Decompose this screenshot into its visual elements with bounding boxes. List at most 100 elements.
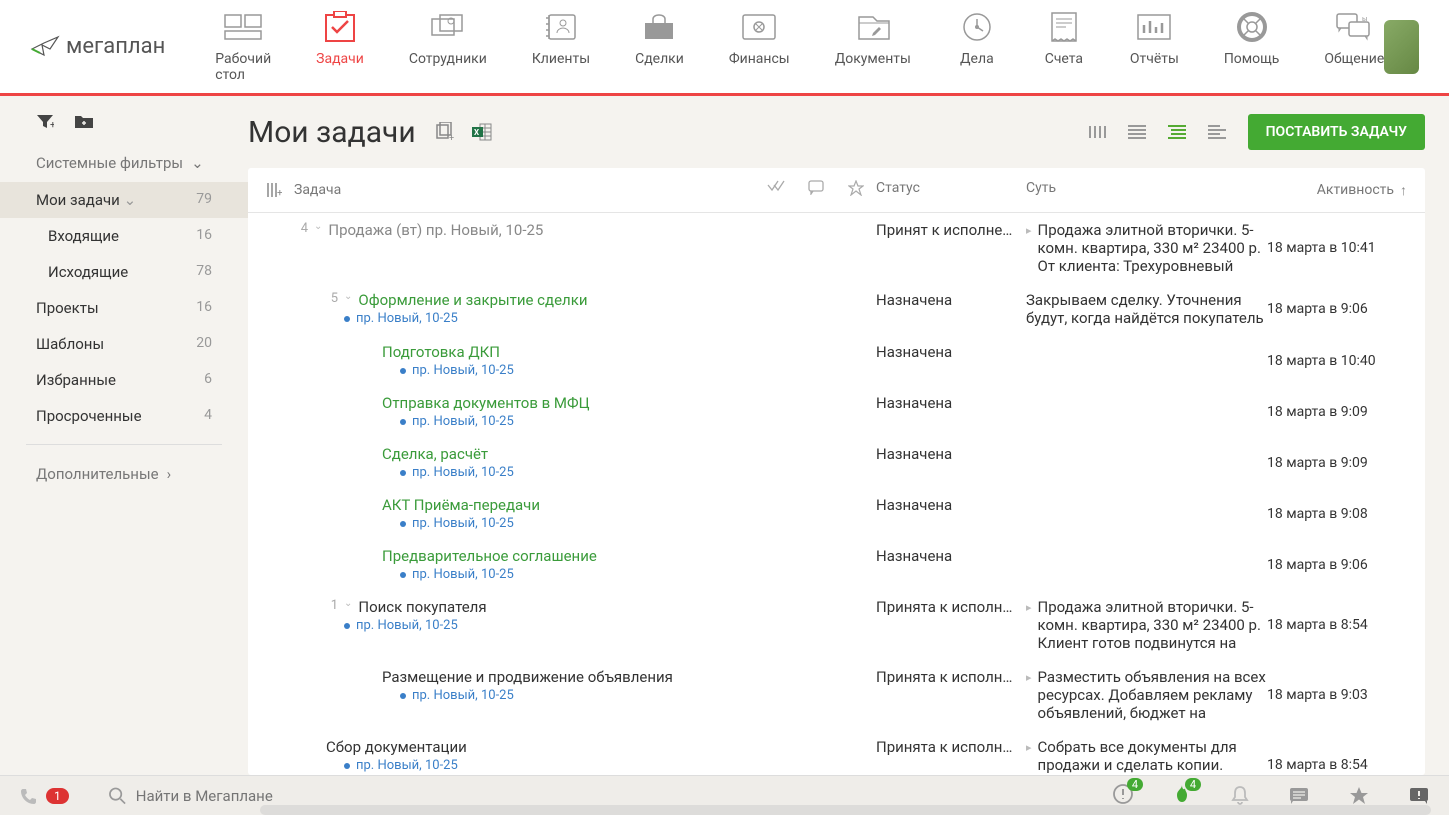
task-row[interactable]: Отправка документов в МФЦ пр. Новый, 10-… (248, 386, 1425, 437)
nav-help[interactable]: Помощь (1224, 11, 1280, 83)
task-status: Назначена (876, 496, 1026, 531)
task-tag[interactable]: пр. Новый, 10-25 (266, 758, 756, 773)
star-icon[interactable] (848, 180, 864, 196)
task-tag[interactable]: пр. Новый, 10-25 (266, 311, 756, 326)
task-tag[interactable]: пр. Новый, 10-25 (266, 465, 756, 480)
sidebar-item-4[interactable]: Шаблоны20 (0, 326, 248, 362)
todo-icon (956, 11, 998, 43)
sidebar-item-2[interactable]: Исходящие78 (0, 254, 248, 290)
col-essence-label[interactable]: Суть (1026, 180, 1267, 200)
task-tag[interactable]: пр. Новый, 10-25 (266, 414, 756, 429)
task-row[interactable]: 1 ⌄ Поиск покупателя пр. Новый, 10-25 Пр… (248, 590, 1425, 660)
nav-documents[interactable]: Документы (835, 11, 911, 83)
favorites-icon[interactable] (1349, 786, 1369, 806)
col-activity-label[interactable]: Активность (1317, 182, 1394, 198)
task-row[interactable]: Размещение и продвижение объявления пр. … (248, 660, 1425, 730)
task-essence (1026, 445, 1267, 480)
excel-icon[interactable]: X (472, 122, 492, 142)
logo[interactable]: мегаплан (30, 34, 165, 59)
view-list-icon[interactable] (1128, 124, 1146, 140)
hot-button[interactable]: 4 (1173, 784, 1191, 808)
nav-label: Финансы (729, 51, 790, 67)
bell-icon[interactable] (1231, 786, 1249, 806)
task-row[interactable]: 4 ⌄ Продажа (вт) пр. Новый, 10-25 Принят… (248, 213, 1425, 283)
task-tag[interactable]: пр. Новый, 10-25 (266, 688, 756, 703)
nav-finances[interactable]: Финансы (729, 11, 790, 83)
avatar[interactable] (1384, 20, 1419, 74)
nav-invoices[interactable]: Счета (1043, 11, 1085, 83)
nav-chat[interactable]: ыОбщение (1324, 11, 1384, 83)
nav-clients[interactable]: Клиенты (532, 11, 590, 83)
col-task-label[interactable]: Задача (294, 182, 341, 198)
task-num: 5 (326, 291, 338, 306)
nav-deals[interactable]: Сделки (635, 11, 684, 83)
task-activity: 18 марта в 9:09 (1267, 445, 1407, 480)
task-row[interactable]: Подготовка ДКП пр. Новый, 10-25 Назначен… (248, 335, 1425, 386)
phone-badge[interactable]: 1 (46, 788, 69, 804)
filter-icon[interactable]: + (36, 114, 54, 130)
additional-header[interactable]: Дополнительные › (0, 455, 248, 493)
check-all-icon[interactable] (767, 180, 785, 192)
expand-icon[interactable]: ▸ (1026, 671, 1032, 722)
view-group-icon[interactable] (1208, 124, 1226, 140)
copy-icon[interactable]: + (434, 122, 454, 142)
system-filters-header[interactable]: Системные фильтры ⌄ (0, 144, 248, 182)
sidebar-item-0[interactable]: Мои задачи ⌄79 (0, 182, 248, 218)
task-tag[interactable]: пр. Новый, 10-25 (266, 363, 756, 378)
task-title: Отправка документов в МФЦ (382, 394, 590, 412)
nav-desktop[interactable]: Рабочий стол (215, 11, 271, 83)
task-status: Принят к исполне… (876, 221, 1026, 275)
chevron-down-icon[interactable]: ⌄ (344, 598, 352, 609)
invoices-icon (1043, 11, 1085, 43)
sort-arrow-icon[interactable]: ↑ (1400, 182, 1407, 199)
task-essence: ▸Собрать все документы для продажи и сде… (1026, 738, 1267, 775)
svg-text:X: X (474, 128, 479, 137)
chevron-down-icon[interactable]: ⌄ (344, 291, 352, 302)
column-settings-icon[interactable]: + (266, 182, 282, 198)
nav-employees[interactable]: Сотрудники (409, 11, 487, 83)
sidebar-item-1[interactable]: Входящие16 (0, 218, 248, 254)
task-row[interactable]: Сбор документации пр. Новый, 10-25 Приня… (248, 730, 1425, 775)
nav-tasks[interactable]: Задачи (316, 11, 364, 83)
task-activity: 18 марта в 10:41 (1267, 221, 1407, 275)
task-row[interactable]: АКТ Приёма-передачи пр. Новый, 10-25 Наз… (248, 488, 1425, 539)
search-input[interactable] (136, 787, 609, 805)
task-title: Предварительное соглашение (382, 547, 597, 565)
expand-icon[interactable]: ▸ (1026, 601, 1032, 652)
sidebar-item-5[interactable]: Избранные6 (0, 362, 248, 398)
task-row[interactable]: Сделка, расчёт пр. Новый, 10-25 Назначен… (248, 437, 1425, 488)
svg-text:+: + (277, 188, 282, 198)
sidebar-item-6[interactable]: Просроченные4 (0, 398, 248, 434)
task-status: Принята к исполн… (876, 668, 1026, 722)
expand-icon[interactable]: ▸ (1026, 741, 1032, 775)
messages-icon[interactable] (1289, 787, 1309, 805)
comment-icon[interactable] (808, 180, 824, 195)
page-title: Мои задачи (248, 115, 416, 150)
alerts-button[interactable]: 4 (1113, 784, 1133, 808)
col-status-label[interactable]: Статус (876, 180, 1026, 200)
sidebar-item-label: Исходящие (48, 263, 128, 281)
sidebar-item-3[interactable]: Проекты16 (0, 290, 248, 326)
task-tag[interactable]: пр. Новый, 10-25 (266, 516, 756, 531)
chevron-down-icon[interactable]: ⌄ (314, 221, 322, 232)
task-tag[interactable]: пр. Новый, 10-25 (266, 567, 756, 582)
nav-reports[interactable]: Отчёты (1130, 11, 1179, 83)
task-row[interactable]: 5 ⌄ Оформление и закрытие сделки пр. Нов… (248, 283, 1425, 335)
view-columns-icon[interactable] (1088, 124, 1106, 140)
expand-icon[interactable]: ▸ (1026, 224, 1032, 275)
task-tag[interactable]: пр. Новый, 10-25 (266, 618, 756, 633)
view-hierarchy-icon[interactable] (1168, 124, 1186, 140)
phone-icon[interactable] (20, 787, 38, 805)
svg-text:ы: ы (1362, 15, 1367, 23)
announce-icon[interactable] (1409, 787, 1429, 805)
task-essence (1026, 394, 1267, 429)
folder-add-icon[interactable] (74, 114, 94, 130)
task-row[interactable]: Предварительное соглашение пр. Новый, 10… (248, 539, 1425, 590)
create-task-button[interactable]: ПОСТАВИТЬ ЗАДАЧУ (1248, 114, 1425, 150)
nav-label: Помощь (1224, 51, 1280, 67)
nav-todo[interactable]: Дела (956, 11, 998, 83)
search-box[interactable] (109, 787, 609, 805)
tasks-icon (319, 11, 361, 43)
sidebar-item-label: Избранные (36, 371, 116, 389)
task-status: Принята к исполн… (876, 738, 1026, 775)
